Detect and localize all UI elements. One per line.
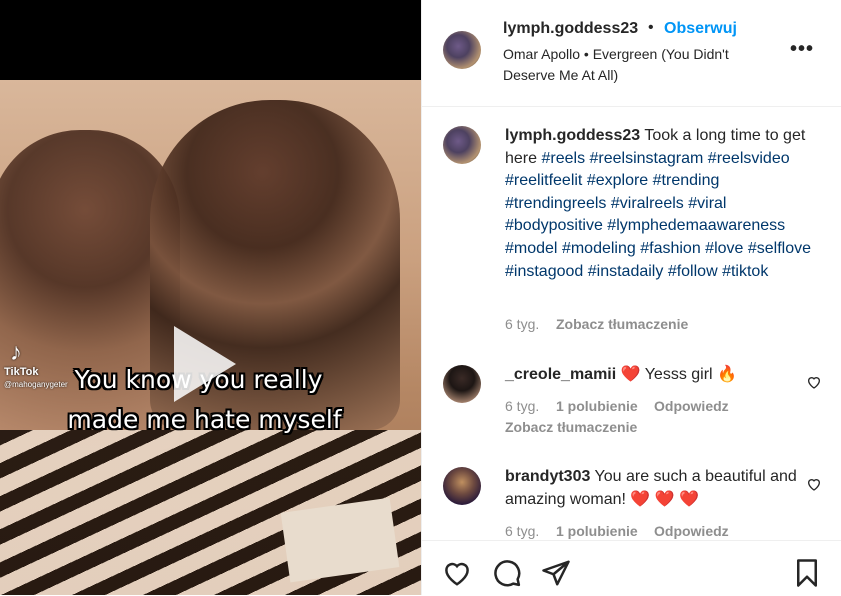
hashtag-link[interactable]: #love bbox=[705, 240, 743, 257]
hashtag-link[interactable]: #viralreels bbox=[611, 195, 684, 212]
like-comment-heart-icon[interactable] bbox=[806, 476, 822, 492]
comments-section[interactable]: lymph.goddess23 Took a long time to get … bbox=[422, 107, 841, 540]
hashtag-link[interactable]: #model bbox=[505, 240, 557, 257]
hashtag-link[interactable]: #fashion bbox=[640, 240, 701, 257]
play-icon[interactable] bbox=[174, 326, 236, 402]
hashtag-link[interactable]: #reelsinstagram bbox=[590, 150, 704, 167]
hashtag-link[interactable]: #tiktok bbox=[722, 263, 768, 280]
hashtag-link[interactable]: #bodypositive bbox=[505, 217, 603, 234]
hashtag-link[interactable]: #instadaily bbox=[588, 263, 664, 280]
tiktok-icon: ♪ bbox=[10, 339, 22, 366]
bookmark-icon[interactable] bbox=[792, 558, 822, 588]
reply-button[interactable]: Odpowiedz bbox=[654, 398, 729, 414]
like-comment-heart-icon[interactable] bbox=[806, 374, 822, 390]
heart-emojis: ❤️ ❤️ ❤️ bbox=[630, 490, 700, 508]
caption-text: lymph.goddess23 Took a long time to get … bbox=[505, 125, 817, 283]
hashtag-link[interactable]: #trending bbox=[653, 172, 720, 189]
owner-avatar[interactable] bbox=[443, 31, 481, 69]
post-header: lymph.goddess23 • Obserwuj Omar Apollo •… bbox=[422, 0, 841, 107]
hashtag-link[interactable]: #reelitfeelit bbox=[505, 172, 582, 189]
hashtag-link[interactable]: #selflove bbox=[748, 240, 811, 257]
comment-age: 6 tyg. bbox=[505, 523, 540, 539]
audio-track-link[interactable]: Omar Apollo • Evergreen (You Didn't Dese… bbox=[503, 44, 783, 86]
caption-username[interactable]: lymph.goddess23 bbox=[505, 127, 640, 144]
comment-text: brandyt303 You are such a beautiful and … bbox=[505, 466, 800, 511]
heart-emoji: ❤️ bbox=[620, 366, 641, 383]
comment-avatar[interactable] bbox=[443, 467, 481, 505]
caption-avatar[interactable] bbox=[443, 126, 481, 164]
hashtag-link[interactable]: #modeling bbox=[562, 240, 636, 257]
comment-username[interactable]: _creole_mamii bbox=[505, 366, 616, 383]
share-icon[interactable] bbox=[541, 558, 571, 588]
hashtag-link[interactable]: #instagood bbox=[505, 263, 583, 280]
more-options-icon[interactable]: ••• bbox=[790, 38, 814, 61]
comment-likes[interactable]: 1 polubienie bbox=[556, 523, 638, 539]
owner-username[interactable]: lymph.goddess23 bbox=[503, 20, 638, 38]
reply-button[interactable]: Odpowiedz bbox=[654, 523, 729, 539]
fire-emoji: 🔥 bbox=[717, 366, 737, 383]
comment-text: _creole_mamii ❤️ Yesss girl 🔥 bbox=[505, 364, 800, 387]
caption-hashtags: #reels #reelsinstagram #reelsvideo #reel… bbox=[505, 150, 811, 280]
comment-avatar[interactable] bbox=[443, 365, 481, 403]
comment-translate-button[interactable]: Zobacz tłumaczenie bbox=[505, 419, 637, 435]
reel-video-area[interactable]: ♪ TikTok @mahoganygeter You know you rea… bbox=[0, 0, 421, 595]
comment-age: 6 tyg. bbox=[505, 398, 540, 414]
hashtag-link[interactable]: #follow bbox=[668, 263, 718, 280]
header-separator: • bbox=[648, 19, 654, 36]
hashtag-link[interactable]: #trendingreels bbox=[505, 195, 606, 212]
comment-likes[interactable]: 1 polubienie bbox=[556, 398, 638, 414]
hashtag-link[interactable]: #viral bbox=[688, 195, 726, 212]
comment-username[interactable]: brandyt303 bbox=[505, 468, 590, 485]
post-panel: lymph.goddess23 • Obserwuj Omar Apollo •… bbox=[421, 0, 841, 595]
hashtag-link[interactable]: #lymphedemaawareness bbox=[607, 217, 785, 234]
video-caption-line-2: made me hate myself bbox=[67, 405, 342, 434]
caption-age: 6 tyg. bbox=[505, 316, 540, 332]
heart-icon[interactable] bbox=[442, 558, 472, 588]
comment-icon[interactable] bbox=[492, 558, 522, 588]
hashtag-link[interactable]: #reels bbox=[541, 150, 585, 167]
action-bar bbox=[422, 540, 841, 596]
follow-button[interactable]: Obserwuj bbox=[664, 20, 737, 38]
hashtag-link[interactable]: #reelsvideo bbox=[708, 150, 790, 167]
hashtag-link[interactable]: #explore bbox=[587, 172, 648, 189]
comment-body: Yesss girl bbox=[644, 366, 713, 383]
caption-translate-button[interactable]: Zobacz tłumaczenie bbox=[556, 316, 688, 332]
